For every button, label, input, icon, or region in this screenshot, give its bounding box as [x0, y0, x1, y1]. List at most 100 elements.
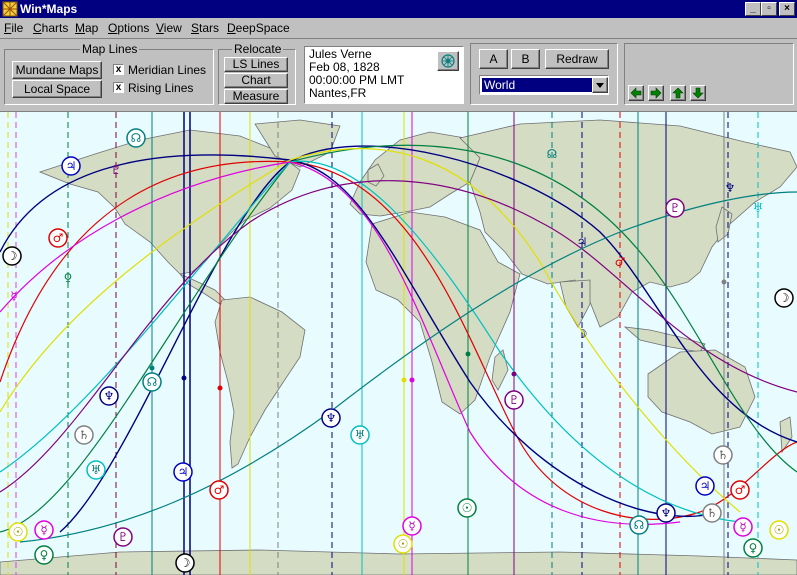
pan-down-button[interactable] [690, 85, 706, 101]
maximize-button[interactable]: ▫ [761, 2, 777, 16]
saturn-symbol-marker: ♄ [713, 445, 733, 465]
jupiter-symbol-marker: ♃ [61, 156, 81, 176]
meridian-lines-label: Meridian Lines [128, 63, 207, 77]
mercury-symbol-marker: ☿ [733, 517, 753, 537]
down-arrow-icon [692, 87, 704, 99]
svg-text:☽: ☽ [779, 291, 790, 305]
svg-text:♅: ♅ [355, 428, 366, 442]
chart-info-panel: Jules Verne Feb 08, 1828 00:00:00 PM LMT… [304, 46, 464, 104]
sun-symbol-marker: ☉ [769, 520, 789, 540]
moon-symbol-marker: ☽ [774, 288, 794, 308]
rising-lines-checkbox[interactable]: x [113, 82, 124, 93]
svg-text:☿: ☿ [739, 520, 746, 534]
ls-lines-button[interactable]: LS Lines [224, 57, 288, 72]
svg-text:♆: ♆ [661, 506, 672, 520]
svg-text:☉: ☉ [462, 501, 473, 515]
menu-options[interactable]: Options [108, 21, 149, 35]
redraw-button[interactable]: Redraw [545, 49, 609, 69]
moon-symbol-marker: ☽ [2, 246, 22, 266]
svg-text:♇: ♇ [118, 530, 129, 544]
chart-button[interactable]: Chart [224, 73, 288, 88]
neptune-glyph: ♆ [725, 181, 736, 195]
svg-text:♂: ♂ [53, 231, 64, 245]
svg-text:♃: ♃ [700, 479, 711, 493]
svg-text:♂: ♂ [735, 483, 746, 497]
svg-text:☉: ☉ [774, 523, 785, 537]
svg-text:♃: ♃ [178, 465, 189, 479]
sun-symbol-marker: ☉ [393, 534, 413, 554]
wheel-button[interactable] [437, 51, 459, 71]
mercury-symbol-marker: ☿ [34, 520, 54, 540]
mars-symbol-marker: ♂ [48, 228, 68, 248]
measure-button[interactable]: Measure [224, 89, 288, 104]
neptune-symbol-marker: ♆ [99, 386, 119, 406]
wheel-icon [441, 54, 455, 68]
svg-text:♆: ♆ [326, 411, 337, 425]
mundane-maps-button[interactable]: Mundane Maps [12, 61, 102, 79]
pan-left-button[interactable] [628, 85, 644, 101]
svg-text:☿: ☿ [408, 519, 415, 533]
menu-bar: File Charts Map Options View Stars DeepS… [0, 18, 797, 39]
moon-glyph: ☽ [577, 327, 588, 341]
map-canvas[interactable]: ☊ ♃ ♂ ☽ ♆ ☊ ♄ ♅ ♃ ♂ ♆ ♅ ♇ ♇ ☽ ♄ ♃ ♂ ☉ ☿ … [0, 112, 797, 575]
a-button[interactable]: A [479, 49, 508, 69]
svg-text:♄: ♄ [718, 448, 729, 462]
jupiter-glyph: ♃ [577, 235, 588, 249]
region-select-value: World [482, 78, 592, 92]
pan-up-button[interactable] [670, 85, 686, 101]
mars-symbol-marker: ♂ [209, 480, 229, 500]
svg-text:♄: ♄ [707, 506, 718, 520]
mars-symbol-marker: ♂ [730, 480, 750, 500]
chevron-down-icon [596, 83, 604, 88]
up-arrow-icon [672, 87, 684, 99]
pan-right-button[interactable] [648, 85, 664, 101]
menu-stars[interactable]: Stars [191, 21, 219, 35]
node-glyph: ☊ [547, 147, 558, 161]
uranus-symbol-marker: ♅ [86, 460, 106, 480]
svg-text:☊: ☊ [634, 518, 645, 532]
svg-text:♀: ♀ [749, 541, 758, 555]
mars-glyph: ♂ [615, 255, 626, 269]
saturn-symbol-marker: ♄ [74, 425, 94, 445]
svg-text:☉: ☉ [13, 525, 24, 539]
svg-text:♄: ♄ [79, 428, 90, 442]
svg-text:♆: ♆ [104, 389, 115, 403]
window-title: Win*Maps [20, 2, 78, 16]
jupiter-symbol-marker: ♃ [173, 462, 193, 482]
svg-text:♅: ♅ [91, 463, 102, 477]
venus-symbol-marker: ♀ [743, 538, 763, 558]
svg-text:☿: ☿ [40, 523, 47, 537]
rising-lines-label: Rising Lines [128, 81, 194, 95]
region-dropdown-button[interactable] [592, 77, 608, 93]
svg-text:♂: ♂ [214, 483, 225, 497]
sun-symbol-marker: ☉ [457, 498, 477, 518]
uranus-symbol-marker: ♅ [350, 425, 370, 445]
meridian-lines-checkbox[interactable]: x [113, 64, 124, 75]
pluto-symbol-marker: ♇ [113, 527, 133, 547]
title-bar: Win*Maps _ ▫ × [0, 0, 797, 18]
saturn-symbol-marker: ♄ [702, 503, 722, 523]
close-button[interactable]: × [779, 2, 795, 16]
menu-file[interactable]: File [4, 21, 23, 35]
map-lines-label: Map Lines [80, 42, 140, 56]
menu-charts[interactable]: Charts [33, 21, 68, 35]
b-button[interactable]: B [511, 49, 540, 69]
neptune-symbol-marker: ♆ [656, 503, 676, 523]
region-select[interactable]: World [479, 75, 609, 95]
chart-place: Nantes,FR [309, 86, 367, 100]
venus-glyph: ♀ [64, 271, 73, 285]
minimize-button[interactable]: _ [745, 2, 761, 16]
node-symbol-marker: ☊ [126, 128, 146, 148]
local-space-button[interactable]: Local Space [12, 80, 102, 98]
menu-map[interactable]: Map [75, 21, 98, 35]
pluto-symbol-marker: ♇ [504, 390, 524, 410]
left-arrow-icon [630, 87, 642, 99]
moon-symbol-marker: ☽ [175, 553, 195, 573]
world-map[interactable]: ☊ ♃ ♂ ☽ ♆ ☊ ♄ ♅ ♃ ♂ ♆ ♅ ♇ ♇ ☽ ♄ ♃ ♂ ☉ ☿ … [0, 112, 797, 575]
svg-text:♀: ♀ [40, 548, 49, 562]
menu-view[interactable]: View [156, 21, 182, 35]
menu-deepspace[interactable]: DeepSpace [227, 21, 290, 35]
svg-text:♃: ♃ [66, 159, 77, 173]
node-symbol-marker: ☊ [142, 372, 162, 392]
uranus-glyph: ♅ [753, 201, 764, 215]
